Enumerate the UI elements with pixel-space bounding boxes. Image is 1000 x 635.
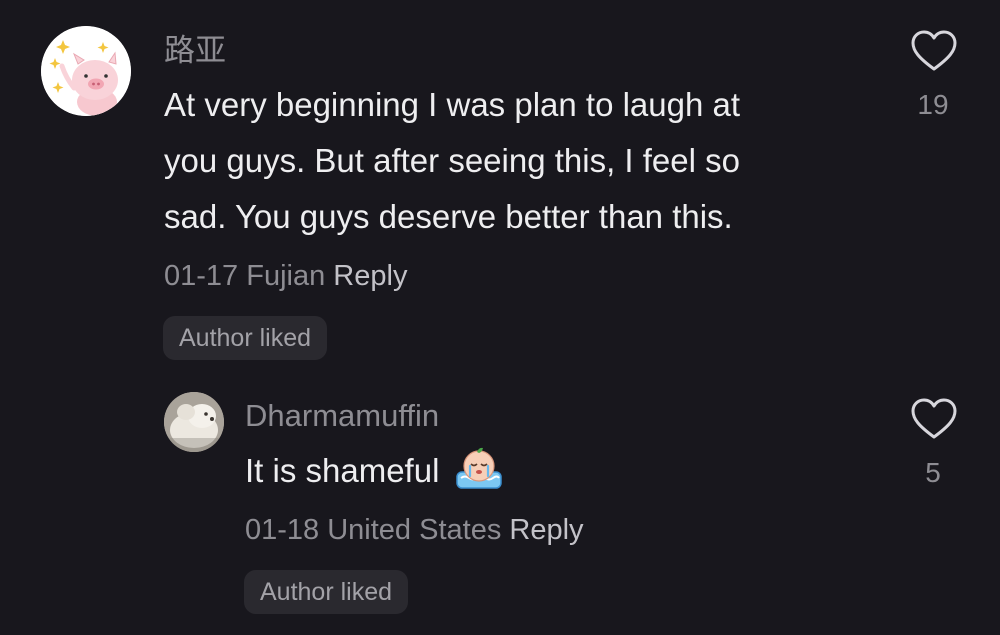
dog-avatar-icon[interactable] [164,392,224,452]
like-count: 5 [925,457,941,488]
comment-item: 路亚 At very beginning I was plan to laugh… [0,0,1000,380]
heart-outline-icon[interactable] [911,398,957,440]
comment-text-content: It is shameful [245,452,440,489]
comment-location: United States [327,514,502,546]
pig-avatar-icon[interactable] [41,26,131,116]
crying-emoji-icon [455,447,502,489]
comment-text-line: you guys. But after seeing this, I feel … [164,142,740,179]
comment-text-line: sad. You guys deserve better than this. [164,198,733,235]
comment-meta: 01-18 United States Reply [245,513,584,547]
comment-text: It is shameful [245,443,503,499]
comment-username[interactable]: 路亚 [164,33,226,69]
reply-button[interactable]: Reply [333,260,407,292]
reply-button[interactable]: Reply [509,514,583,546]
comment-meta: 01-17 Fujian Reply [164,259,407,293]
heart-outline-icon[interactable] [911,30,957,72]
comment-date: 01-18 [245,514,320,546]
comment-date: 01-17 [164,260,239,292]
comment-location: Fujian [246,260,326,292]
comment-username[interactable]: Dharmamuffin [245,398,439,434]
author-liked-badge: Author liked [163,316,328,360]
comment-text-line: At very beginning I was plan to laugh at [164,86,741,123]
reply-comment-item: Dharmamuffin It is shameful 01-18 United… [0,380,1000,635]
author-liked-badge: Author liked [244,570,409,614]
like-count: 19 [917,89,949,120]
